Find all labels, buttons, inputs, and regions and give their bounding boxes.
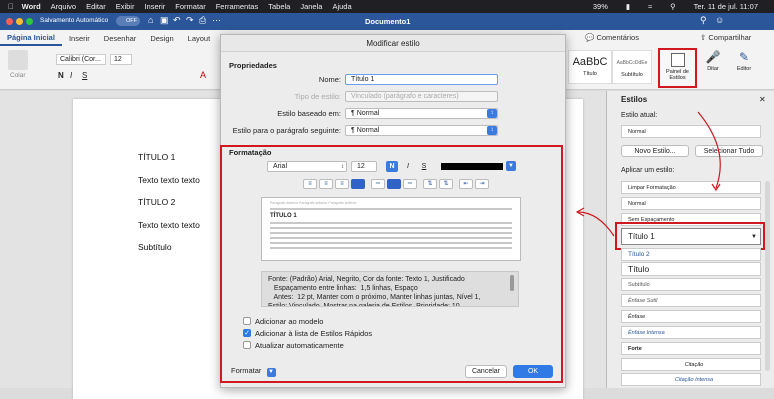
based-on-dropdown-icon: ↕ bbox=[487, 109, 497, 118]
format-menu-dropdown-icon: ▼ bbox=[266, 368, 276, 377]
quick-styles-checkbox[interactable]: ✓ bbox=[243, 329, 251, 337]
style-preview: Parágrafo anterior Parágrafo anterior Pa… bbox=[261, 197, 521, 261]
name-input[interactable]: Título 1 bbox=[345, 74, 498, 85]
increase-indent-button[interactable]: ⇥ bbox=[475, 179, 489, 189]
type-select: Vinculado (parágrafo e caracteres) bbox=[345, 91, 498, 102]
preview-line bbox=[270, 237, 512, 239]
style-description: Fonte: (Padrão) Arial, Negrito, Cor da f… bbox=[261, 271, 519, 307]
paragraph-icon: ¶ bbox=[351, 127, 355, 134]
preview-line bbox=[270, 247, 512, 249]
dialog-font-select[interactable]: Arial ↕ bbox=[267, 161, 347, 172]
preview-line bbox=[270, 227, 512, 229]
auto-update-checkbox[interactable] bbox=[243, 341, 251, 349]
font-color-dropdown-icon[interactable]: ▼ bbox=[506, 161, 516, 171]
font-color-swatch[interactable] bbox=[441, 163, 503, 170]
single-spacing-button[interactable]: ═ bbox=[371, 179, 385, 189]
based-on-value: Normal bbox=[356, 110, 380, 117]
preview-line bbox=[270, 208, 512, 210]
next-style-dropdown-icon: ↕ bbox=[487, 126, 497, 135]
section-formatting: Formatação bbox=[229, 148, 272, 157]
section-properties: Propriedades bbox=[229, 61, 277, 70]
format-menu-label: Formatar bbox=[231, 366, 262, 375]
font-dropdown-icon: ↕ bbox=[341, 164, 344, 170]
preview-line bbox=[270, 222, 512, 224]
based-on-select[interactable]: ¶ Normal ↕ bbox=[345, 108, 498, 119]
based-on-label: Estilo baseado em: bbox=[277, 109, 341, 118]
dialog-size-value: 12 bbox=[357, 163, 365, 170]
italic-toggle[interactable]: I bbox=[402, 161, 414, 172]
next-style-value: Normal bbox=[356, 127, 380, 134]
next-style-label: Estilo para o parágrafo seguinte: bbox=[232, 126, 341, 135]
bold-toggle[interactable]: N bbox=[386, 161, 398, 172]
preview-heading: TÍTULO 1 bbox=[270, 213, 297, 219]
align-left-button[interactable]: ≡ bbox=[303, 179, 317, 189]
preview-line bbox=[270, 232, 512, 234]
align-center-button[interactable]: ≡ bbox=[319, 179, 333, 189]
type-label: Tipo de estilo: bbox=[294, 92, 341, 101]
description-scrollbar[interactable] bbox=[510, 275, 514, 291]
type-value: Vinculado (parágrafo e caracteres) bbox=[351, 93, 459, 100]
paragraph-icon: ¶ bbox=[351, 110, 355, 117]
dialog-font-value: Arial bbox=[273, 163, 288, 170]
align-right-button[interactable]: ≡ bbox=[335, 179, 349, 189]
name-label: Nome: bbox=[318, 75, 341, 84]
modify-style-dialog: Modificar estilo Propriedades Nome: Títu… bbox=[220, 34, 566, 388]
style-description-text: Fonte: (Padrão) Arial, Negrito, Cor da f… bbox=[268, 276, 481, 307]
cancel-button[interactable]: Cancelar bbox=[465, 365, 507, 378]
add-to-template-label: Adicionar ao modelo bbox=[255, 317, 324, 326]
double-spacing-button[interactable]: ═ bbox=[403, 179, 417, 189]
format-menu-button[interactable]: Formatar ▼ bbox=[231, 366, 276, 377]
preview-filler-before: Parágrafo anterior Parágrafo anterior Pa… bbox=[270, 201, 357, 205]
one-half-spacing-button[interactable] bbox=[387, 179, 401, 189]
auto-update-label: Atualizar automaticamente bbox=[255, 341, 344, 350]
preview-line bbox=[270, 242, 512, 244]
add-to-template-checkbox[interactable] bbox=[243, 317, 251, 325]
ok-button[interactable]: OK bbox=[513, 365, 553, 378]
dialog-title: Modificar estilo bbox=[221, 35, 565, 52]
underline-toggle[interactable]: S bbox=[418, 161, 430, 172]
quick-styles-label: Adicionar à lista de Estilos Rápidos bbox=[255, 329, 373, 338]
space-before-button[interactable]: ⇅ bbox=[423, 179, 437, 189]
dialog-size-select[interactable]: 12 bbox=[351, 161, 377, 172]
decrease-indent-button[interactable]: ⇤ bbox=[459, 179, 473, 189]
align-justify-button[interactable] bbox=[351, 179, 365, 189]
next-style-select[interactable]: ¶ Normal ↕ bbox=[345, 125, 498, 136]
space-after-button[interactable]: ⇅ bbox=[439, 179, 453, 189]
